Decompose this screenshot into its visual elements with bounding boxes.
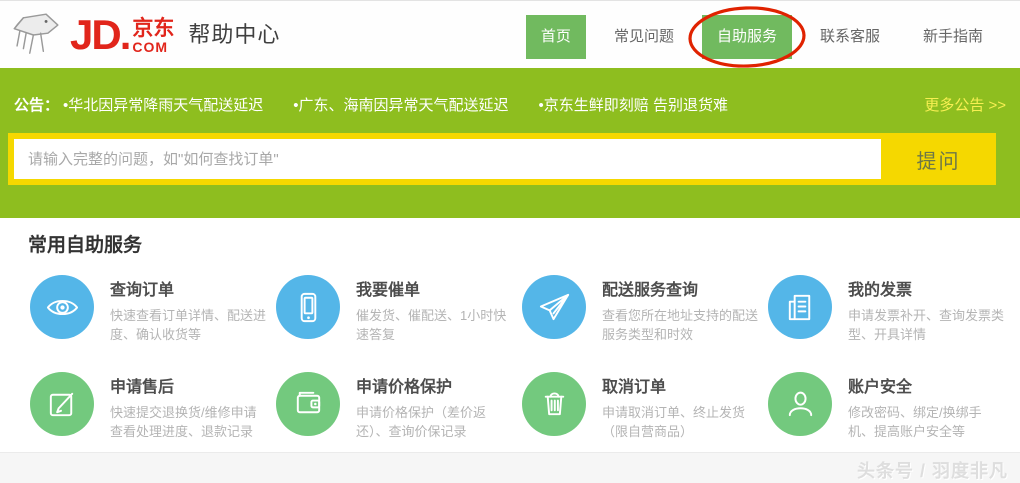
tab-contact[interactable]: 联系客服 — [805, 15, 895, 59]
service-text: 查询订单快速查看订单详情、配送进度、确认收货等 — [110, 275, 268, 345]
service-price-protection[interactable]: 申请价格保护申请价格保护（差价返还）、查询价保记录 — [276, 371, 522, 442]
notice-band: 公告： •华北因异常降雨天气配送延迟 •广东、海南因异常天气配送延迟 •京东生鲜即刻… — [0, 68, 1020, 218]
page-title: 帮助中心 — [188, 22, 281, 47]
jd-mascot-icon — [13, 13, 59, 54]
tab-faq[interactable]: 常见问题 — [599, 15, 689, 59]
notice-item[interactable]: •广东、海南因异常天气配送延迟 — [293, 94, 508, 115]
invoice-icon — [768, 275, 832, 339]
tab-home[interactable]: 首页 — [525, 15, 586, 59]
logo[interactable]: JD. 京东 COM 帮助中心 — [8, 5, 280, 65]
paper-plane-icon — [522, 275, 586, 339]
main-content: 常用自助服务 查询订单快速查看订单详情、配送进度、确认收货等 我要催单催发货、催配… — [0, 218, 1020, 452]
service-title: 取消订单 — [602, 378, 667, 396]
jd-logo: JD. 京东 COM — [70, 14, 174, 56]
jd-logo-text: JD. — [70, 11, 131, 58]
red-circle-annotation — [688, 6, 806, 68]
service-urge-order[interactable]: 我要催单催发货、催配送、1小时快速答复 — [276, 275, 522, 345]
wallet-icon — [276, 371, 340, 436]
service-description: 申请取消订单、终止发货（限自营商品） — [602, 404, 746, 439]
notice-item[interactable]: •京东生鲜即刻赔 告别退货难 — [539, 94, 728, 115]
service-description: 催发货、催配送、1小时快速答复 — [356, 308, 507, 342]
tab-guide[interactable]: 新手指南 — [908, 15, 998, 59]
service-description: 申请发票补开、查询发票类型、开具详情 — [848, 308, 1005, 342]
notice-label: 公告： — [14, 97, 60, 114]
service-description: 申请价格保护（差价返还）、查询价保记录 — [356, 404, 487, 439]
service-account-security[interactable]: 账户安全修改密码、绑定/换绑手机、提高账户安全等 — [768, 371, 1014, 442]
service-title: 申请售后 — [110, 378, 175, 396]
service-text: 申请价格保护申请价格保护（差价返还）、查询价保记录 — [356, 372, 514, 442]
service-text: 账户安全修改密码、绑定/换绑手机、提高账户安全等 — [848, 372, 1006, 442]
service-text: 配送服务查询查看您所在地址支持的配送服务类型和时效 — [602, 275, 760, 345]
service-query-order[interactable]: 查询订单快速查看订单详情、配送进度、确认收货等 — [30, 275, 276, 345]
service-title: 配送服务查询 — [602, 282, 699, 299]
services-grid: 查询订单快速查看订单详情、配送进度、确认收货等 我要催单催发货、催配送、1小时快速… — [30, 275, 1004, 442]
ask-button[interactable]: 提问 — [881, 133, 996, 185]
person-icon — [768, 371, 832, 436]
service-title: 账户安全 — [848, 378, 913, 396]
tab-self-service[interactable]: 自助服务 — [688, 6, 806, 68]
service-after-sales[interactable]: 申请售后快速提交退换货/维修申请 查看处理进度、退款记录 — [30, 371, 276, 442]
notice-row: 公告： •华北因异常降雨天气配送延迟 •广东、海南因异常天气配送延迟 •京东生鲜即刻… — [14, 94, 1006, 115]
service-text: 我要催单催发货、催配送、1小时快速答复 — [356, 275, 514, 345]
header: JD. 京东 COM 帮助中心 首页 常见问题 自助服务 联系客服 新手指南 — [0, 0, 1020, 68]
jd-logo-com: COM — [132, 39, 169, 55]
service-my-invoice[interactable]: 我的发票申请发票补开、查询发票类型、开具详情 — [768, 275, 1014, 345]
eye-icon — [30, 275, 94, 339]
footer: 头条号 / 羽度非凡 — [0, 452, 1020, 483]
more-notices-link[interactable]: 更多公告 >> — [924, 94, 1006, 115]
service-text: 申请售后快速提交退换货/维修申请 查看处理进度、退款记录 — [110, 372, 268, 442]
jd-logo-cn: 京东 — [132, 17, 175, 40]
main-nav: 首页 常见问题 自助服务 联系客服 新手指南 — [513, 6, 998, 68]
notice-item[interactable]: •华北因异常降雨天气配送延迟 — [63, 94, 263, 115]
service-title: 申请价格保护 — [356, 378, 453, 396]
phone-icon — [276, 275, 340, 339]
service-cancel-order[interactable]: 取消订单申请取消订单、终止发货（限自营商品） — [522, 371, 768, 442]
service-description: 查看您所在地址支持的配送服务类型和时效 — [602, 308, 759, 342]
service-description: 修改密码、绑定/换绑手机、提高账户安全等 — [848, 404, 982, 439]
service-title: 我的发票 — [848, 282, 913, 299]
service-title: 我要催单 — [356, 282, 421, 299]
section-heading: 常用自助服务 — [28, 235, 143, 256]
service-text: 取消订单申请取消订单、终止发货（限自营商品） — [602, 372, 760, 442]
search-box: 提问 — [8, 133, 996, 185]
question-input[interactable] — [14, 139, 881, 179]
trash-icon — [522, 371, 586, 436]
service-text: 我的发票申请发票补开、查询发票类型、开具详情 — [848, 275, 1006, 345]
service-delivery-service-query[interactable]: 配送服务查询查看您所在地址支持的配送服务类型和时效 — [522, 275, 768, 345]
service-description: 快速提交退换货/维修申请 查看处理进度、退款记录 — [110, 404, 257, 439]
service-description: 快速查看订单详情、配送进度、确认收货等 — [110, 308, 267, 342]
watermark: 头条号 / 羽度非凡 — [856, 461, 1008, 481]
service-title: 查询订单 — [110, 282, 175, 299]
edit-icon — [30, 371, 94, 436]
